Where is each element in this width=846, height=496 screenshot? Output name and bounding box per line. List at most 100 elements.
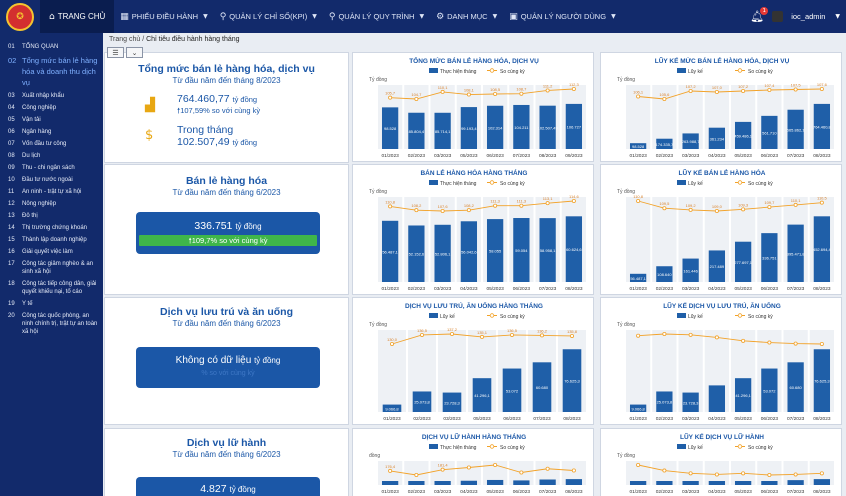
nav-quan-ly-kpi[interactable]: ⚲ QUẢN LÝ CHỈ SỐ(KPI) ▼ (214, 0, 323, 33)
line-point[interactable] (480, 334, 485, 339)
sidebar-item[interactable]: 16 Giải quyết việc làm (0, 248, 103, 256)
sidebar-item[interactable]: 06 Ngân hàng (0, 128, 103, 136)
nav-quan-ly-quy-trinh[interactable]: ⚲ QUẢN LÝ QUY TRÌNH ▼ (323, 0, 430, 33)
line-point[interactable] (519, 203, 524, 208)
line-point[interactable] (493, 92, 498, 97)
line-point[interactable] (414, 208, 419, 213)
sidebar-item[interactable]: 03 Xuất nhập khẩu (0, 92, 103, 100)
legend-label[interactable]: So cùng kỳ (748, 69, 773, 75)
list-view-button[interactable]: ☰ (107, 47, 124, 58)
legend-label[interactable]: Thực hiện tháng (440, 69, 477, 75)
sidebar-item[interactable]: 18 Công tác tiếp công dân, giải quyết khi… (0, 280, 103, 296)
collapse-button[interactable]: ⌄ (126, 47, 143, 58)
line-point[interactable] (440, 209, 445, 214)
sidebar-item[interactable]: 13 Đô thị (0, 212, 103, 220)
line-point[interactable] (545, 88, 550, 93)
line-point[interactable] (519, 470, 524, 475)
nav-phieu-dieu-hanh[interactable]: ▦ PHIẾU ĐIỀU HÀNH ▼ (114, 0, 213, 33)
bar[interactable] (486, 479, 504, 485)
line-point[interactable] (636, 94, 641, 99)
sidebar-item[interactable]: 10 Đầu tư nước ngoài (0, 176, 103, 184)
legend-label[interactable]: So cùng kỳ (500, 181, 525, 187)
line-point[interactable] (714, 209, 719, 214)
line-point[interactable] (571, 468, 576, 473)
sidebar-item[interactable]: 17 Công tác giảm nghèo & an sinh xã hội (0, 260, 103, 276)
legend-label[interactable]: Thực hiện tháng (440, 181, 477, 187)
line-point[interactable] (793, 202, 798, 207)
line-point[interactable] (662, 206, 667, 211)
line-point[interactable] (714, 472, 719, 477)
line-point[interactable] (688, 89, 693, 94)
line-point[interactable] (388, 468, 393, 473)
line-point[interactable] (571, 87, 576, 92)
sidebar-item[interactable]: 19 Y tế (0, 300, 103, 308)
sidebar-item[interactable]: 08 Du lịch (0, 152, 103, 160)
line-point[interactable] (545, 201, 550, 206)
line-point[interactable] (767, 340, 772, 345)
line-point[interactable] (819, 342, 824, 347)
line-point[interactable] (388, 204, 393, 209)
sidebar-item[interactable]: 20 Công tác quốc phòng, an ninh chính trị… (0, 312, 103, 336)
line-point[interactable] (414, 473, 419, 478)
line-point[interactable] (819, 200, 824, 205)
chevron-down-icon[interactable]: ▼ (835, 13, 840, 20)
legend-label[interactable]: Lũy kế (688, 445, 703, 451)
line-point[interactable] (767, 473, 772, 478)
bar[interactable] (734, 481, 752, 485)
line-point[interactable] (688, 207, 693, 212)
sidebar-item[interactable]: 09 Thu - chi ngân sách (0, 164, 103, 172)
bar[interactable] (787, 480, 804, 485)
bar[interactable] (434, 481, 451, 485)
bar[interactable] (381, 481, 399, 485)
line-point[interactable] (662, 332, 667, 337)
line-point[interactable] (571, 199, 576, 204)
sidebar-item[interactable]: 02 Tổng mức bán lẻ hàng hóa và doanh thu … (0, 55, 103, 88)
bar[interactable] (539, 479, 556, 485)
line-point[interactable] (420, 332, 425, 337)
line-point[interactable] (793, 87, 798, 92)
sidebar-item[interactable]: 01 TỔNG QUAN (0, 43, 103, 51)
line-point[interactable] (466, 465, 471, 470)
avatar[interactable] (772, 11, 784, 22)
line-point[interactable] (714, 90, 719, 95)
line-point[interactable] (662, 468, 667, 473)
line-point[interactable] (414, 97, 419, 102)
bar[interactable] (761, 481, 778, 485)
bar[interactable] (408, 481, 425, 485)
line-point[interactable] (688, 471, 693, 476)
legend-label[interactable]: Lũy kế (688, 69, 703, 75)
line-point[interactable] (793, 341, 798, 346)
line-point[interactable] (519, 91, 524, 96)
sidebar-item[interactable]: 07 Vốn đầu tư công (0, 140, 103, 148)
bar[interactable] (460, 480, 478, 485)
legend-label[interactable]: Lũy kế (440, 314, 455, 320)
bar[interactable] (708, 385, 726, 412)
bar[interactable] (682, 481, 699, 485)
line-point[interactable] (741, 338, 746, 343)
line-point[interactable] (636, 199, 641, 204)
bar[interactable] (656, 481, 673, 485)
line-point[interactable] (450, 332, 455, 337)
bar[interactable] (629, 481, 647, 485)
line-point[interactable] (545, 466, 550, 471)
line-point[interactable] (569, 333, 574, 338)
nav-quan-ly-nguoi-dung[interactable]: ▣ QUẢN LÝ NGƯỜI DÙNG ▼ (503, 0, 622, 33)
line-point[interactable] (440, 467, 445, 472)
username[interactable]: ioc_admin (791, 12, 825, 21)
bar[interactable] (813, 479, 831, 485)
line-point[interactable] (440, 89, 445, 94)
legend-label[interactable]: So cùng kỳ (500, 69, 525, 75)
line-point[interactable] (767, 88, 772, 93)
line-point[interactable] (741, 207, 746, 212)
nav-danh-muc[interactable]: ⚙ DANH MỤC ▼ (430, 0, 503, 33)
line-point[interactable] (688, 332, 693, 337)
sidebar-item[interactable]: 04 Công nghiệp (0, 104, 103, 112)
bell-icon[interactable]: 🔔︎ 1 (750, 7, 769, 23)
line-point[interactable] (793, 472, 798, 477)
legend-label[interactable]: Lũy kế (688, 314, 703, 320)
legend-label[interactable]: So cùng kỳ (500, 445, 525, 451)
line-point[interactable] (493, 203, 498, 208)
app-logo[interactable]: ✪ (6, 2, 34, 31)
line-point[interactable] (819, 87, 824, 92)
line-point[interactable] (388, 95, 393, 100)
